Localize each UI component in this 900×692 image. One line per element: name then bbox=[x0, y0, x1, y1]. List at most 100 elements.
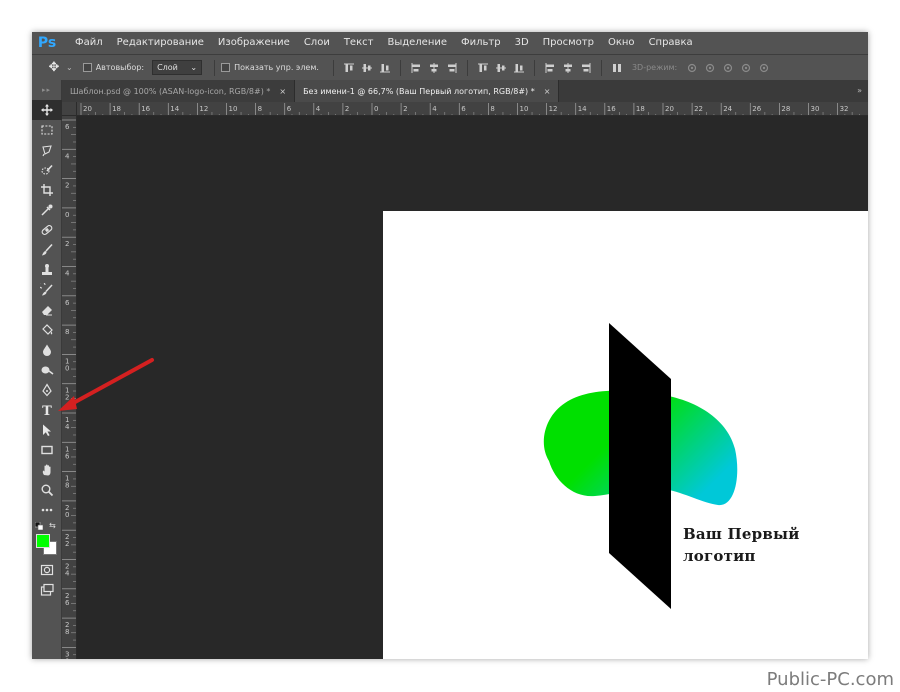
ruler-label: 6 bbox=[65, 452, 70, 460]
eyedropper-tool[interactable] bbox=[32, 200, 62, 220]
pan-3d-button[interactable] bbox=[719, 59, 737, 77]
menu-layers[interactable]: Слои bbox=[297, 32, 337, 54]
slide-3d-button[interactable] bbox=[737, 59, 755, 77]
distribute-right-button[interactable] bbox=[577, 59, 595, 77]
canvas-workspace[interactable]: Ваш Первый логотип bbox=[77, 116, 868, 659]
ruler-label: 22 bbox=[694, 105, 703, 113]
ruler-label: 8 bbox=[65, 328, 69, 336]
vertical-ruler[interactable]: 642024681012141618202224262830 bbox=[62, 116, 77, 659]
move-tool[interactable] bbox=[32, 100, 62, 120]
video-3d-button[interactable] bbox=[755, 59, 773, 77]
eraser-icon bbox=[42, 306, 52, 316]
align-right-edges-button[interactable] bbox=[443, 59, 461, 77]
zoom-tool[interactable] bbox=[32, 480, 62, 500]
tab-untitled-1[interactable]: Без имени-1 @ 66,7% (Ваш Первый логотип,… bbox=[295, 80, 560, 102]
ruler-label: 6 bbox=[461, 105, 466, 113]
distribute-left-button[interactable] bbox=[541, 59, 559, 77]
ruler-label: 0 bbox=[65, 511, 69, 519]
align-left-edges-icon bbox=[411, 62, 420, 73]
rectangle-tool[interactable] bbox=[32, 440, 62, 460]
autoselect-checkbox[interactable]: Автовыбор: bbox=[82, 63, 144, 72]
menu-3d[interactable]: 3D bbox=[508, 32, 536, 54]
orbit-3d-button[interactable] bbox=[683, 59, 701, 77]
stamp-icon bbox=[42, 264, 52, 275]
ruler-label: 20 bbox=[83, 105, 92, 113]
blur-tool[interactable] bbox=[32, 340, 62, 360]
tab-template-psd[interactable]: Шаблон.psd @ 100% (ASAN-logo-icon, RGB/8… bbox=[62, 80, 296, 102]
ruler-label: 30 bbox=[811, 105, 820, 113]
video-3d-icon bbox=[760, 63, 769, 72]
menu-select[interactable]: Выделение bbox=[380, 32, 454, 54]
lasso-tool[interactable] bbox=[32, 140, 62, 160]
brush-tool[interactable] bbox=[32, 240, 62, 260]
panel-grip-icon[interactable]: ▸▸ bbox=[32, 80, 61, 100]
photoshop-window: Ps Файл Редактирование Изображение Слои … bbox=[32, 32, 868, 659]
distribute-top-button[interactable] bbox=[474, 59, 492, 77]
menu-type[interactable]: Текст bbox=[337, 32, 381, 54]
close-icon[interactable]: × bbox=[544, 87, 551, 96]
menu-edit[interactable]: Редактирование bbox=[110, 32, 211, 54]
ruler-label: 14 bbox=[578, 105, 587, 113]
history-brush-tool[interactable] bbox=[32, 280, 62, 300]
align-vertical-centers-button[interactable] bbox=[358, 59, 376, 77]
dodge-tool[interactable] bbox=[32, 360, 62, 380]
menu-help[interactable]: Справка bbox=[642, 32, 700, 54]
more-tools[interactable] bbox=[32, 500, 62, 520]
move-tool-preset-icon[interactable]: ✥ bbox=[42, 56, 66, 80]
ruler-label: 12 bbox=[549, 105, 558, 113]
ruler-label: 4 bbox=[316, 105, 321, 113]
distribute-vcenter-button[interactable] bbox=[492, 59, 510, 77]
distribute-bottom-button[interactable] bbox=[510, 59, 528, 77]
auto-align-button[interactable] bbox=[608, 59, 626, 77]
pen-tool[interactable] bbox=[32, 380, 62, 400]
rectangle-marquee-icon bbox=[41, 125, 53, 135]
ruler-label: 2 bbox=[403, 105, 407, 113]
default-colors-icon[interactable] bbox=[35, 522, 43, 530]
align-horizontal-centers-icon bbox=[429, 62, 438, 73]
ruler-label: 18 bbox=[112, 105, 121, 113]
screen-mode-button[interactable] bbox=[32, 580, 62, 600]
align-bottom-edges-button[interactable] bbox=[376, 59, 394, 77]
align-top-edges-button[interactable] bbox=[340, 59, 358, 77]
3d-mode-label: 3D-режим: bbox=[631, 63, 678, 72]
tab-overflow-icon[interactable]: » bbox=[857, 80, 862, 102]
swap-colors-icon[interactable]: ⇆ bbox=[49, 521, 56, 530]
menu-file[interactable]: Файл bbox=[68, 32, 110, 54]
healing-brush-tool[interactable] bbox=[32, 220, 62, 240]
menu-image[interactable]: Изображение bbox=[211, 32, 297, 54]
document-canvas[interactable]: Ваш Первый логотип bbox=[383, 211, 868, 659]
autoselect-dropdown[interactable]: Слой ⌄ bbox=[152, 60, 203, 75]
quick-selection-tool[interactable] bbox=[32, 160, 62, 180]
paint-bucket-tool[interactable] bbox=[32, 320, 62, 340]
ruler-origin[interactable] bbox=[62, 102, 77, 116]
logo-text-line2: логотип bbox=[683, 547, 756, 565]
horizontal-ruler[interactable]: 20 18 16 14 12 10 8 6 4 2 0 2 4 6 8 10 12 14 16 18 20 22 24 26 2… bbox=[77, 102, 868, 116]
close-icon[interactable]: × bbox=[279, 87, 286, 96]
eraser-tool[interactable] bbox=[32, 300, 62, 320]
roll-3d-button[interactable] bbox=[701, 59, 719, 77]
logo-text-layer[interactable]: Ваш Первый логотип bbox=[683, 523, 823, 567]
align-left-edges-button[interactable] bbox=[407, 59, 425, 77]
eyedropper-icon bbox=[41, 204, 53, 216]
clone-stamp-tool[interactable] bbox=[32, 260, 62, 280]
chevron-down-icon: ⌄ bbox=[190, 63, 198, 72]
menu-bar: Ps Файл Редактирование Изображение Слои … bbox=[32, 32, 868, 54]
show-transform-checkbox[interactable]: Показать упр. элем. bbox=[221, 63, 319, 72]
path-selection-tool[interactable] bbox=[32, 420, 62, 440]
menu-window[interactable]: Окно bbox=[601, 32, 642, 54]
foreground-color-swatch[interactable] bbox=[36, 534, 50, 548]
distribute-hcenter-button[interactable] bbox=[559, 59, 577, 77]
crop-tool[interactable] bbox=[32, 180, 62, 200]
type-tool[interactable]: T bbox=[32, 400, 62, 420]
align-horizontal-centers-button[interactable] bbox=[425, 59, 443, 77]
menu-filter[interactable]: Фильтр bbox=[454, 32, 508, 54]
chevron-down-icon[interactable]: ⌄ bbox=[66, 63, 73, 72]
hand-tool[interactable] bbox=[32, 460, 62, 480]
divider bbox=[399, 59, 401, 76]
svg-text:T: T bbox=[42, 404, 52, 417]
quick-mask-button[interactable] bbox=[32, 560, 62, 580]
ruler-label: 4 bbox=[65, 423, 70, 431]
ruler-label: 20 bbox=[665, 105, 674, 113]
marquee-tool[interactable] bbox=[32, 120, 62, 140]
menu-view[interactable]: Просмотр bbox=[536, 32, 601, 54]
